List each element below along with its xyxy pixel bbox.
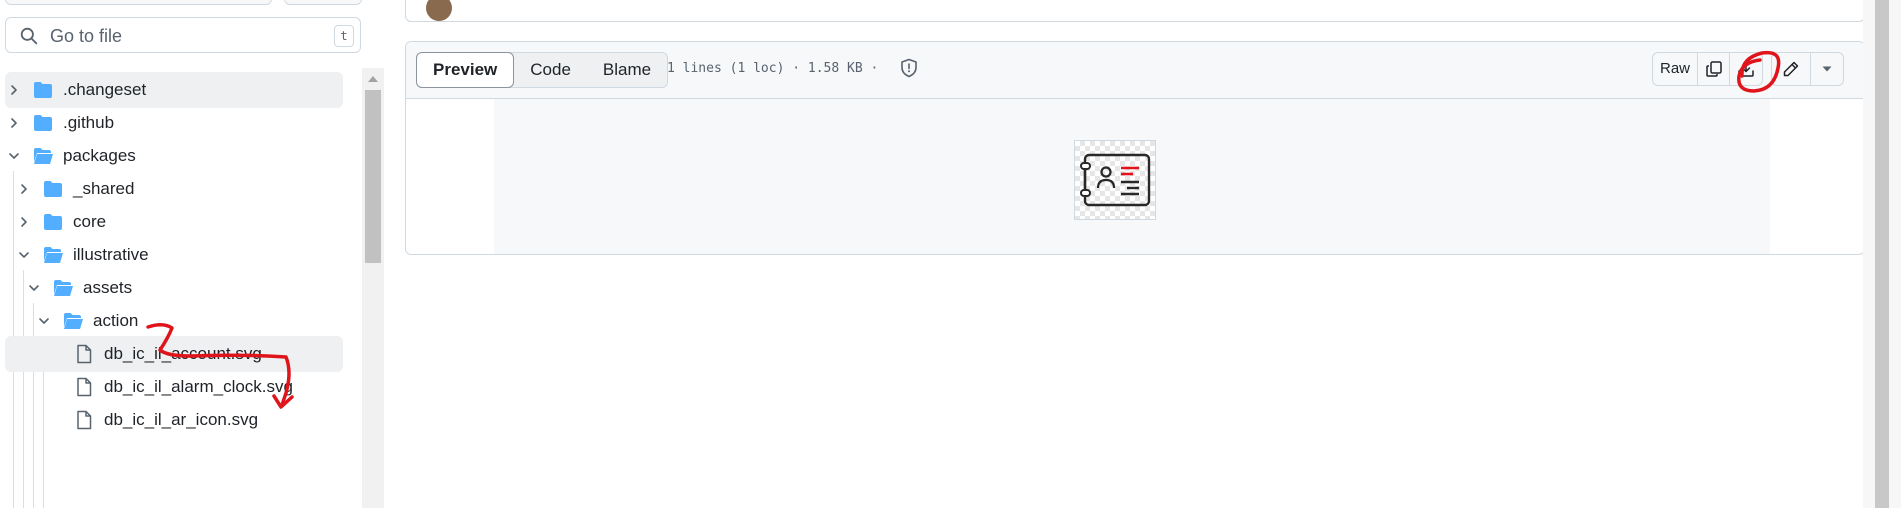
file-tree: .changeset .github packages _shared core… xyxy=(0,68,364,508)
app-root: Go to file t .changeset .github packages… xyxy=(0,0,1901,508)
shortcut-key-hint: t xyxy=(334,25,354,47)
tree-item-illustrative[interactable]: illustrative xyxy=(5,237,343,273)
chevron-right-icon[interactable] xyxy=(18,183,30,195)
scrollbar-thumb[interactable] xyxy=(365,90,381,263)
folder-icon xyxy=(34,82,52,98)
copy-raw-button[interactable] xyxy=(1697,52,1730,86)
sidebar-scrollbar[interactable] xyxy=(362,68,384,508)
svg-preview-image xyxy=(1074,140,1156,220)
folder-open-icon xyxy=(54,280,73,296)
file-tree-sidebar: Go to file t .changeset .github packages… xyxy=(0,0,385,508)
folder-open-icon xyxy=(44,247,63,263)
branch-selector-button[interactable] xyxy=(5,0,272,5)
tree-item-core[interactable]: core xyxy=(5,204,343,240)
image-preview-area xyxy=(494,99,1770,254)
tree-item-label: db_ic_il_account.svg xyxy=(104,344,262,363)
view-mode-segmented-control: Preview Code Blame xyxy=(416,52,669,88)
chevron-right-icon[interactable] xyxy=(8,117,20,129)
chevron-right-icon[interactable] xyxy=(8,84,20,96)
tree-item-label: .github xyxy=(63,113,115,132)
latest-commit-bar xyxy=(405,0,1865,22)
folder-icon xyxy=(44,214,62,230)
tree-item-label: db_ic_il_ar_icon.svg xyxy=(104,410,259,429)
tree-item-label: .changeset xyxy=(63,80,147,99)
file-actions: Raw xyxy=(1652,52,1854,86)
raw-button[interactable]: Raw xyxy=(1652,52,1698,86)
tree-item-action[interactable]: action xyxy=(5,303,343,339)
tree-item-github[interactable]: .github xyxy=(5,105,343,141)
chevron-down-icon[interactable] xyxy=(18,249,30,261)
tree-item-label: packages xyxy=(63,146,136,165)
tab-blame[interactable]: Blame xyxy=(587,53,667,87)
tree-item-ar-icon-svg[interactable]: db_ic_il_ar_icon.svg xyxy=(5,402,343,438)
chevron-down-icon[interactable] xyxy=(38,315,50,327)
file-meta-info: 1 lines (1 loc) · 1.58 KB · xyxy=(667,61,879,76)
download-icon xyxy=(1738,61,1754,77)
tree-item-label: illustrative xyxy=(73,245,149,264)
pencil-icon xyxy=(1783,61,1799,77)
folder-open-icon xyxy=(34,148,53,164)
chevron-down-icon[interactable] xyxy=(28,282,40,294)
avatar[interactable] xyxy=(426,0,452,21)
page-scrollbar-thumb[interactable] xyxy=(1875,0,1889,508)
chevron-right-icon[interactable] xyxy=(18,216,30,228)
tree-item-changeset[interactable]: .changeset xyxy=(5,72,343,108)
download-raw-button[interactable] xyxy=(1729,52,1763,86)
tree-item-label: core xyxy=(73,212,107,231)
file-header: Preview Code Blame 1 lines (1 loc) · 1.5… xyxy=(406,42,1864,99)
tree-item-label: assets xyxy=(83,278,133,297)
tree-item-shared[interactable]: _shared xyxy=(5,171,343,207)
tab-code[interactable]: Code xyxy=(514,53,587,87)
edit-file-button[interactable] xyxy=(1771,52,1811,86)
folder-open-icon xyxy=(64,313,83,329)
tree-item-alarm-clock-svg[interactable]: db_ic_il_alarm_clock.svg xyxy=(5,369,343,405)
tree-item-packages[interactable]: packages xyxy=(5,138,343,174)
add-file-button[interactable] xyxy=(284,0,362,5)
scroll-up-arrow-icon[interactable] xyxy=(368,76,378,82)
file-view-panel: Preview Code Blame 1 lines (1 loc) · 1.5… xyxy=(405,41,1865,255)
go-to-file-input[interactable]: Go to file t xyxy=(5,17,361,53)
tree-item-label: action xyxy=(93,311,139,330)
shield-icon[interactable] xyxy=(900,58,918,78)
account-card-icon xyxy=(1080,153,1151,207)
folder-icon xyxy=(34,115,52,131)
copy-icon xyxy=(1705,61,1722,77)
folder-icon xyxy=(44,181,62,197)
chevron-down-icon[interactable] xyxy=(8,150,20,162)
tree-item-label: _shared xyxy=(73,179,135,198)
main-content: Preview Code Blame 1 lines (1 loc) · 1.5… xyxy=(384,0,1901,508)
search-icon xyxy=(20,27,38,45)
triangle-down-icon xyxy=(1822,66,1832,72)
file-icon xyxy=(77,377,92,397)
tree-item-label: db_ic_il_alarm_clock.svg xyxy=(104,377,293,396)
file-icon xyxy=(77,344,92,364)
file-icon xyxy=(77,410,92,430)
go-to-file-placeholder: Go to file xyxy=(50,26,123,46)
tree-item-account-svg[interactable]: db_ic_il_account.svg xyxy=(5,336,343,372)
tab-preview[interactable]: Preview xyxy=(416,52,515,88)
tree-item-assets[interactable]: assets xyxy=(5,270,343,306)
page-scrollbar[interactable] xyxy=(1863,0,1901,508)
more-edit-options-button[interactable] xyxy=(1810,52,1844,86)
